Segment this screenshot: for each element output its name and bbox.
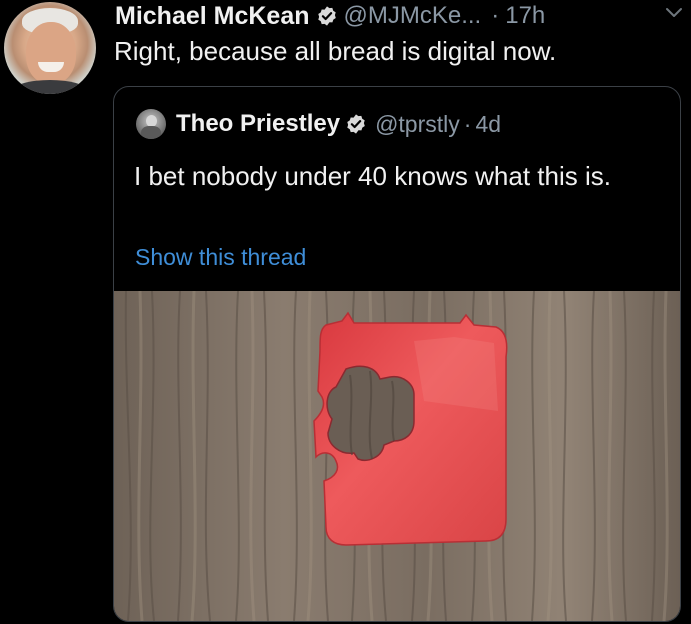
quoted-author-name[interactable]: Theo Priestley — [176, 110, 340, 138]
tweet[interactable]: Michael McKean @MJMcKe... · 17h Right, b… — [0, 0, 691, 624]
quoted-tweet-header: Theo Priestley @tprstly · 4d — [136, 107, 501, 141]
author-avatar[interactable] — [4, 2, 96, 94]
chevron-down-icon[interactable] — [665, 6, 683, 20]
header-separator: · — [491, 2, 500, 29]
author-name[interactable]: Michael McKean — [115, 2, 310, 31]
verified-badge-icon — [347, 114, 365, 134]
quoted-header-separator: · — [463, 110, 472, 137]
quoted-tweet-photo[interactable] — [114, 291, 680, 621]
quoted-tweet-card[interactable]: Theo Priestley @tprstly · 4d I bet nobod… — [113, 86, 681, 622]
tweet-text: Right, because all bread is digital now. — [114, 36, 557, 66]
tweet-header: Michael McKean @MJMcKe... · 17h — [115, 0, 545, 32]
quoted-avatar-body — [141, 126, 161, 139]
author-handle[interactable]: @MJMcKe... — [344, 2, 482, 30]
quoted-author-handle[interactable]: @tprstly — [375, 111, 460, 138]
quoted-author-avatar[interactable] — [136, 109, 166, 139]
avatar-shirt — [14, 80, 86, 94]
bread-clip-photo — [114, 291, 680, 621]
avatar-face — [26, 22, 76, 84]
verified-badge-icon — [317, 6, 336, 26]
tweet-timestamp[interactable]: 17h — [505, 2, 545, 30]
show-thread-link[interactable]: Show this thread — [135, 244, 306, 271]
quoted-tweet-text: I bet nobody under 40 knows what this is… — [134, 161, 611, 191]
quoted-timestamp[interactable]: 4d — [475, 111, 501, 138]
